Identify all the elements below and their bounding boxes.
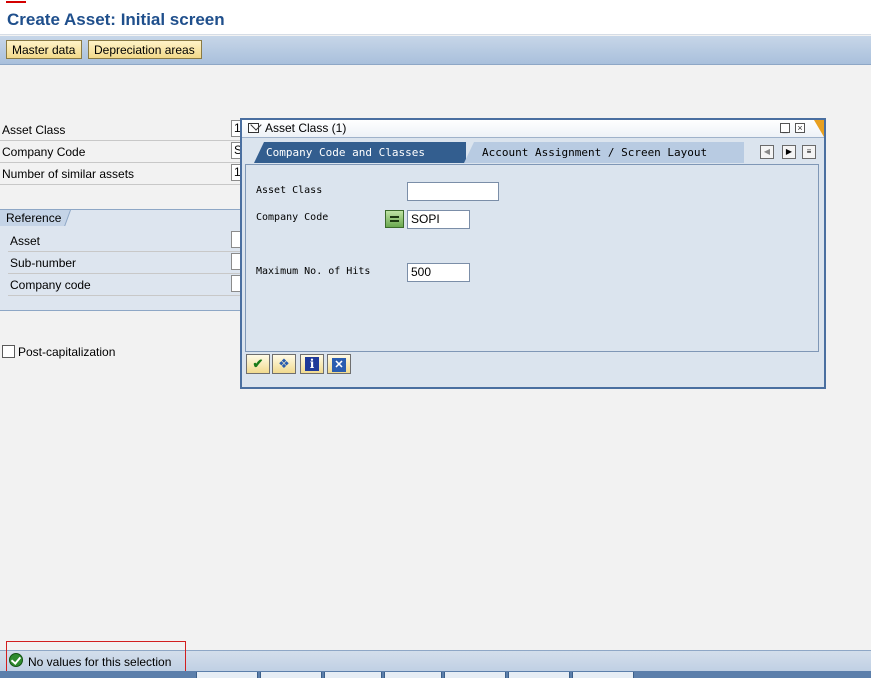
dialog-title-bar: Asset Class (1) _ × [242,120,824,138]
tab-scroll-right-icon[interactable]: ▶ [782,145,796,159]
dialog-panel: Asset Class Company Code SOPI Maximum No… [245,164,819,352]
reference-subnumber-row: Sub-number [8,252,243,274]
reference-company-code-row: Company code [8,274,243,296]
info-icon[interactable]: i [300,354,324,374]
company-code-label: Company Code [2,145,86,159]
tab-account-assignment-screen-layout[interactable]: Account Assignment / Screen Layout [464,142,744,163]
application-toolbar: Master data Depreciation areas [0,36,871,65]
close-icon[interactable]: × [795,123,805,133]
post-capitalization[interactable]: Post-capitalization [2,344,115,359]
reference-title: Reference [6,211,62,225]
asset-class-dialog: Asset Class (1) _ × Company Code and Cla… [240,118,826,389]
dialog-company-code-label: Company Code [256,212,329,223]
check-icon[interactable]: ✔ [246,354,270,374]
bottom-segment [260,672,322,678]
bottom-segment [508,672,570,678]
bottom-strip [0,671,871,678]
asset-class-row: Asset Class 1 [0,119,243,141]
post-capitalization-checkbox[interactable] [2,345,15,359]
tab-company-code-and-classes[interactable]: Company Code and Classes [254,142,466,163]
asset-class-label: Asset Class [2,123,66,137]
status-message: No values for this selection [28,655,172,669]
title-bar: Create Asset: Initial screen [0,4,871,35]
minimize-icon[interactable]: _ [780,123,790,133]
dialog-max-hits-input[interactable]: 500 [407,263,470,282]
search-icon[interactable]: ❖ [272,354,296,374]
dialog-asset-class-label: Asset Class [256,185,323,196]
depreciation-areas-button[interactable]: Depreciation areas [88,40,202,59]
cancel-glyph: ✕ [332,358,346,372]
reference-group: Reference Asset Sub-number Company code [0,209,243,311]
bottom-segment [572,672,634,678]
equals-icon[interactable] [385,210,404,228]
success-check-icon [9,653,23,667]
similar-assets-label: Number of similar assets [2,167,135,181]
page-title: Create Asset: Initial screen [7,10,225,29]
tab-scroll-left-icon[interactable]: ◀ [760,145,774,159]
similar-assets-row: Number of similar assets 1 [0,163,243,185]
dialog-tabstrip: Company Code and Classes Account Assignm… [242,138,824,164]
cancel-icon[interactable]: ✕ [327,354,351,374]
edit-icon [248,123,259,133]
dialog-title: Asset Class (1) [265,121,347,135]
dialog-company-code-input[interactable]: SOPI [407,210,470,229]
dialog-asset-class-input[interactable] [407,182,499,201]
master-data-button[interactable]: Master data [6,40,82,59]
corner-decoration [814,120,824,137]
reference-subnumber-label: Sub-number [10,256,77,270]
tab-list-menu-icon[interactable]: ≡ [802,145,816,159]
dialog-footer: ✔ ❖ i ✕ [245,354,821,376]
bottom-segment [444,672,506,678]
bottom-segment [324,672,382,678]
menu-mark [6,1,26,3]
dialog-max-hits-label: Maximum No. of Hits [256,266,371,277]
reference-asset-label: Asset [10,234,41,248]
post-capitalization-label: Post-capitalization [18,344,116,359]
reference-asset-row: Asset [8,230,243,252]
bottom-segment [196,672,258,678]
bottom-segment [384,672,442,678]
info-glyph: i [305,357,319,371]
reference-company-code-label: Company code [10,278,91,292]
company-code-row: Company Code S [0,141,243,163]
